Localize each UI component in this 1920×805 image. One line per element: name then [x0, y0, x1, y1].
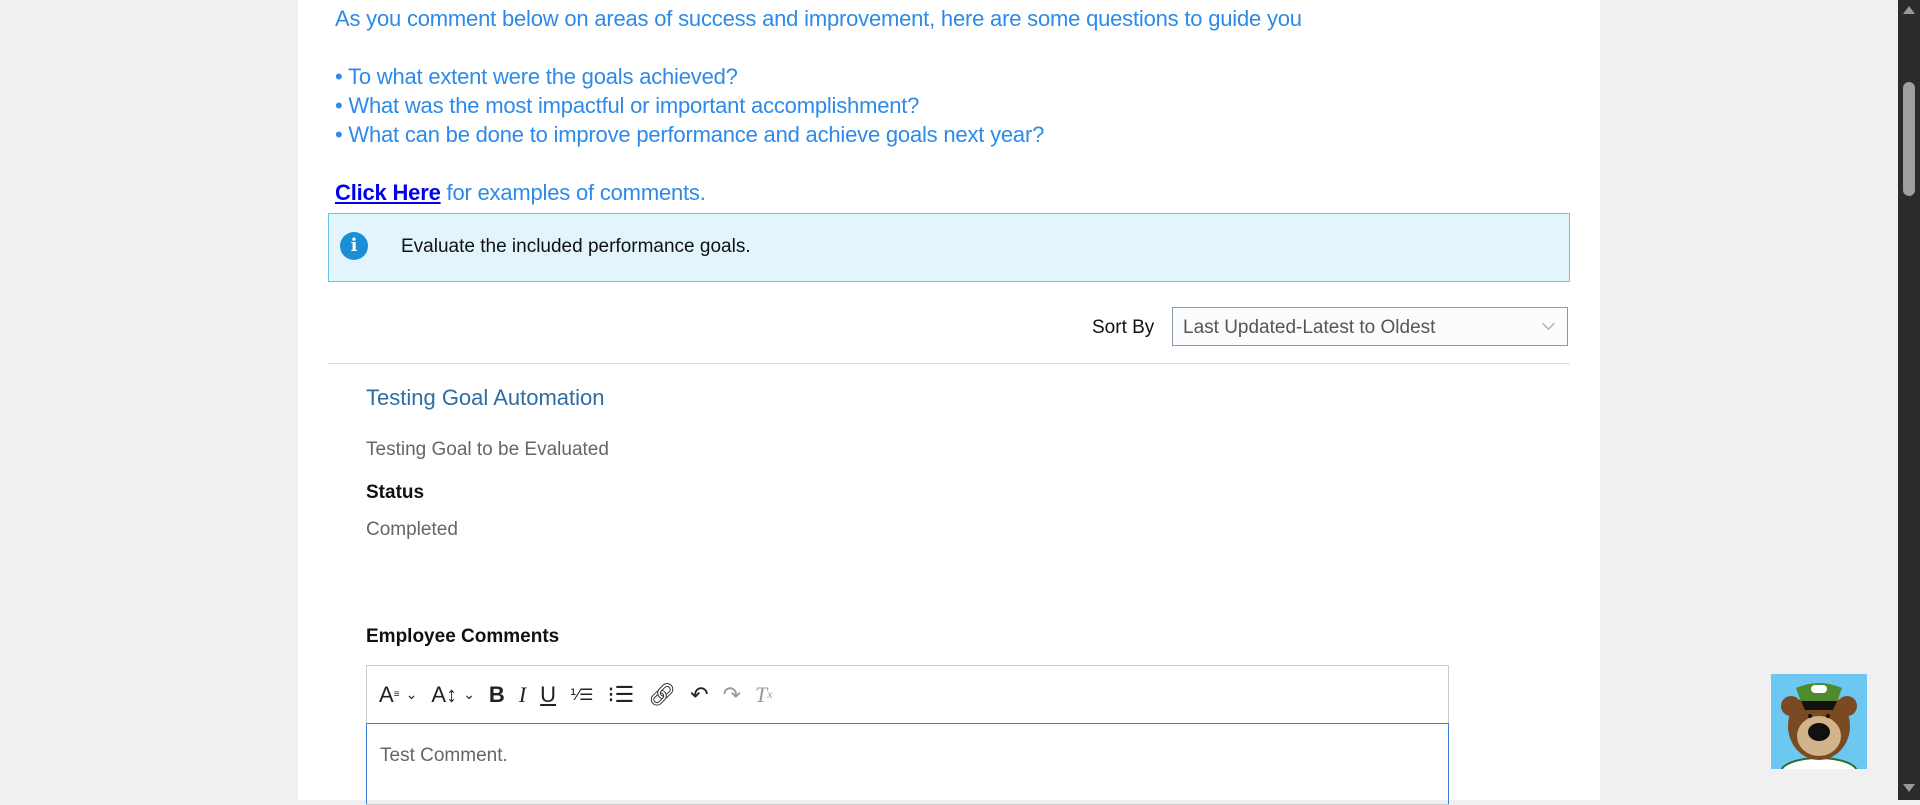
status-label: Status	[366, 482, 425, 503]
font-format-icon[interactable]: A ≡ ⌄	[379, 677, 417, 713]
comment-input[interactable]: Test Comment.	[366, 723, 1449, 804]
bullet-list-icon[interactable]: ⁝☰	[607, 677, 634, 713]
comment-text: Test Comment.	[380, 745, 508, 766]
scroll-down-icon[interactable]	[1903, 784, 1915, 792]
info-icon: i	[340, 232, 368, 260]
scroll-up-icon[interactable]	[1903, 6, 1915, 14]
examples-line: Click Here for examples of comments.	[335, 180, 706, 206]
goal-description: Testing Goal to be Evaluated	[366, 439, 609, 460]
info-banner: i Evaluate the included performance goal…	[328, 213, 1570, 282]
divider	[328, 363, 1570, 364]
guidance-intro: As you comment below on areas of success…	[335, 6, 1302, 31]
italic-icon[interactable]: I	[519, 677, 526, 713]
chat-assistant-bear-avatar[interactable]	[1771, 674, 1867, 769]
bold-icon[interactable]: B	[489, 677, 505, 713]
click-here-link[interactable]: Click Here	[335, 180, 441, 205]
clear-formatting-icon[interactable]: Tx	[755, 677, 773, 713]
underline-icon[interactable]: U	[540, 677, 556, 713]
comment-editor: A ≡ ⌄ A↕ ⌄ B I U ⅟☰ ⁝☰ 🔗︎ ↶ ↷ Tx Test Com…	[366, 665, 1449, 805]
goal-title: Testing Goal Automation	[366, 385, 605, 410]
guidance-bullet: • To what extent were the goals achieved…	[335, 64, 738, 89]
sort-selected-value: Last Updated-Latest to Oldest	[1183, 317, 1436, 338]
sort-by-select[interactable]: Last Updated-Latest to Oldest	[1172, 307, 1568, 346]
guidance-bullet: • What was the most impactful or importa…	[335, 93, 920, 118]
editor-toolbar: A ≡ ⌄ A↕ ⌄ B I U ⅟☰ ⁝☰ 🔗︎ ↶ ↷ Tx	[367, 666, 1448, 724]
ordered-list-icon[interactable]: ⅟☰	[570, 677, 593, 713]
sort-by-label: Sort By	[1092, 317, 1155, 338]
link-icon[interactable]: 🔗︎	[648, 677, 676, 713]
status-value: Completed	[366, 519, 458, 540]
examples-text: for examples of comments.	[440, 180, 706, 205]
info-text: Evaluate the included performance goals.	[401, 236, 751, 257]
font-size-icon[interactable]: A↕ ⌄	[431, 677, 475, 713]
guidance-bullet: • What can be done to improve performanc…	[335, 122, 1045, 147]
employee-comments-label: Employee Comments	[366, 626, 560, 647]
redo-icon[interactable]: ↷	[723, 677, 741, 713]
scrollbar-thumb[interactable]	[1903, 82, 1915, 196]
vertical-scrollbar[interactable]	[1898, 0, 1920, 800]
chevron-down-icon	[1542, 317, 1555, 330]
undo-icon[interactable]: ↶	[690, 677, 708, 713]
